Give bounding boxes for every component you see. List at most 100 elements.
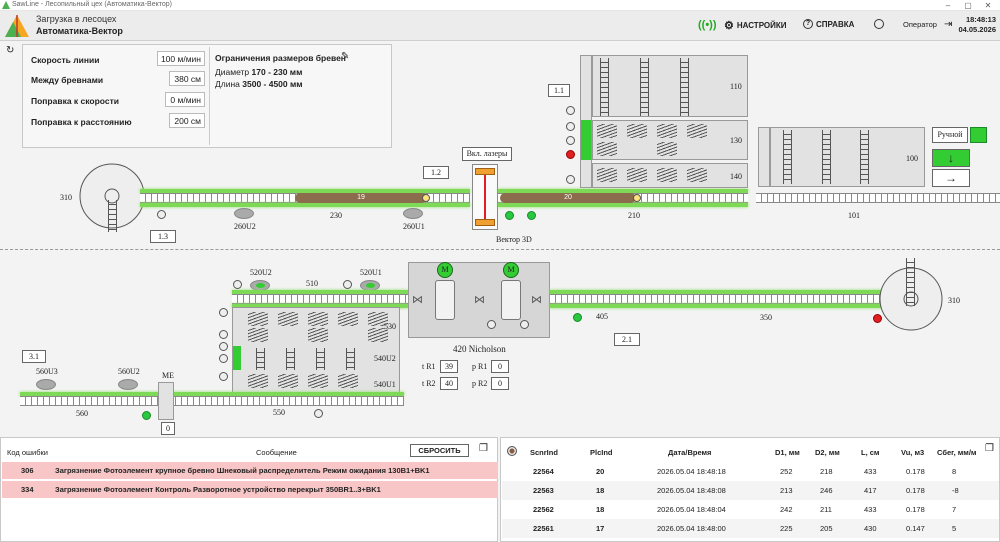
- log-cell: 2026.05.04 18:48:04: [657, 505, 726, 514]
- errors-panel: Код ошибки Сообщение СБРОСИТЬ ❐ 306 Загр…: [0, 437, 498, 542]
- bin-100: [770, 127, 925, 187]
- error-row[interactable]: 334 Загрязнение Фотоэлемент Контроль Раз…: [2, 481, 498, 498]
- chain-140c: [657, 168, 677, 182]
- label-230: 230: [330, 211, 342, 220]
- zone-2-1-badge[interactable]: 2.1: [614, 333, 640, 346]
- rotor-1: [435, 280, 455, 320]
- minimize-icon[interactable]: –: [938, 0, 958, 11]
- edit-icon[interactable]: ✎: [341, 51, 349, 62]
- sensor-560u2: [118, 379, 138, 390]
- chain-140d: [687, 168, 707, 182]
- ladder-110b: [640, 58, 649, 116]
- log-cell: 211: [820, 505, 832, 514]
- log-cell: 22564: [533, 467, 554, 476]
- vector-3d-label: Вектор 3D: [496, 235, 532, 244]
- ladder-540c: [316, 348, 325, 370]
- conveyor-210-glow2: [498, 203, 748, 207]
- zone-3-1-badge[interactable]: 3.1: [22, 350, 46, 363]
- ladder-110a: [600, 58, 609, 116]
- parameters-panel: Скорость линии 100 м/мин Между бревнами …: [22, 44, 392, 148]
- zone-1-2-badge[interactable]: 1.2: [423, 166, 449, 179]
- col-datetime: Дата/Время: [668, 448, 712, 457]
- log-19[interactable]: 19: [295, 193, 427, 203]
- manual-mode-indicator: [970, 127, 987, 143]
- circle-130a: [566, 122, 575, 131]
- maximize-icon[interactable]: ▢: [958, 0, 978, 11]
- settings-button[interactable]: ⚙ НАСТРОЙКИ: [724, 19, 787, 32]
- tr2-label: t R2: [422, 379, 436, 388]
- ladder-110c: [680, 58, 689, 116]
- log-row[interactable]: 22563 18 2026.05.04 18:48:08 213 246 417 0.178…: [502, 481, 999, 500]
- speed-corr-field[interactable]: 0 м/мин: [165, 92, 205, 107]
- speed-field[interactable]: 100 м/мин: [157, 51, 205, 66]
- direction-down-button[interactable]: ↓: [932, 149, 970, 167]
- me-value: 0: [161, 422, 175, 435]
- app-title: Автоматика-Вектор: [36, 26, 123, 36]
- label-550: 550: [273, 408, 285, 417]
- errors-col-message: Сообщение: [256, 448, 297, 457]
- col-d2: D2, мм: [815, 448, 840, 457]
- log-cell: 17: [596, 524, 605, 533]
- label-560: 560: [76, 409, 88, 418]
- chain-130f: [657, 142, 677, 156]
- help-button[interactable]: ? СПРАВКА: [803, 19, 854, 29]
- label-210: 210: [628, 211, 640, 220]
- green-indicator: [581, 120, 591, 160]
- circle-540a: [219, 342, 228, 351]
- globe-icon: [874, 19, 884, 29]
- app-small-logo-icon: [2, 1, 10, 9]
- col-scnrind: ScnrInd: [530, 448, 558, 457]
- circle-530b: [219, 330, 228, 339]
- label-310a: 310: [60, 193, 72, 202]
- chain-540b: [278, 374, 298, 388]
- gap-label: Между бревнами: [31, 75, 104, 85]
- log-cell: 417: [864, 486, 877, 495]
- direction-right-button[interactable]: →: [932, 169, 970, 187]
- chain-540a: [248, 374, 268, 388]
- section-divider: [0, 249, 1000, 250]
- window-titlebar: SawLine - Лесопильный цех (Автоматика-Ве…: [0, 0, 1000, 11]
- chain-130d: [687, 124, 707, 138]
- close-icon[interactable]: ✕: [978, 0, 998, 11]
- log-cell: 18: [596, 486, 605, 495]
- label-101: 101: [848, 211, 860, 220]
- help-icon: ?: [803, 19, 813, 29]
- scanner-head-bottom: [475, 219, 495, 226]
- log-cell: 22563: [533, 486, 554, 495]
- dist-corr-field[interactable]: 200 см: [169, 113, 205, 128]
- speed-label: Скорость линии: [31, 55, 100, 65]
- lasers-on-button[interactable]: Вкл. лазеры: [462, 147, 512, 161]
- expand-icon[interactable]: ❐: [479, 443, 488, 454]
- label-100: 100: [906, 154, 918, 163]
- ladder-310: [108, 200, 117, 232]
- pr2-value: 0: [491, 377, 509, 390]
- gap-field[interactable]: 380 см: [169, 71, 205, 86]
- error-row[interactable]: 306 Загрязнение Фотоэлемент крупное брев…: [2, 462, 498, 479]
- user-button[interactable]: Оператор ⇥: [903, 19, 952, 30]
- zone-1-1-badge[interactable]: 1.1: [548, 84, 570, 97]
- app-header: Загрузка в лесоцех Автоматика-Вектор ((•…: [0, 11, 1000, 41]
- log-cell: 7: [952, 505, 957, 514]
- photocell-yellow-2: [633, 194, 641, 202]
- logout-icon: ⇥: [943, 19, 953, 30]
- manual-mode-button[interactable]: Ручной: [932, 127, 968, 143]
- log-20[interactable]: 20: [500, 193, 636, 203]
- motor-2-icon[interactable]: M: [503, 262, 519, 278]
- conveyor-510: [232, 294, 408, 304]
- log-cell: 213: [780, 486, 793, 495]
- zone-1-3-badge[interactable]: 1.3: [150, 230, 176, 243]
- refresh-icon[interactable]: ↻: [6, 45, 14, 56]
- reset-button[interactable]: СБРОСИТЬ: [410, 444, 469, 457]
- feed-roller-1-icon: ⋈: [412, 294, 423, 306]
- log-row[interactable]: 22561 17 2026.05.04 18:48:00 225 205 430 0.147…: [502, 519, 999, 538]
- errors-col-code: Код ошибки: [7, 448, 48, 457]
- language-button[interactable]: [874, 19, 884, 29]
- expand-icon[interactable]: ❐: [985, 443, 994, 454]
- log-row[interactable]: 22562 18 2026.05.04 18:48:04 242 211 433 0.178…: [502, 500, 999, 519]
- me-gate: [158, 382, 174, 420]
- log-row[interactable]: 22564 20 2026.05.04 18:48:18 252 218 433 0.178…: [502, 462, 999, 481]
- log-cell: 430: [864, 524, 877, 533]
- log-cell: 5: [952, 524, 957, 533]
- motor-1-icon[interactable]: M: [437, 262, 453, 278]
- log-cell: 218: [820, 467, 833, 476]
